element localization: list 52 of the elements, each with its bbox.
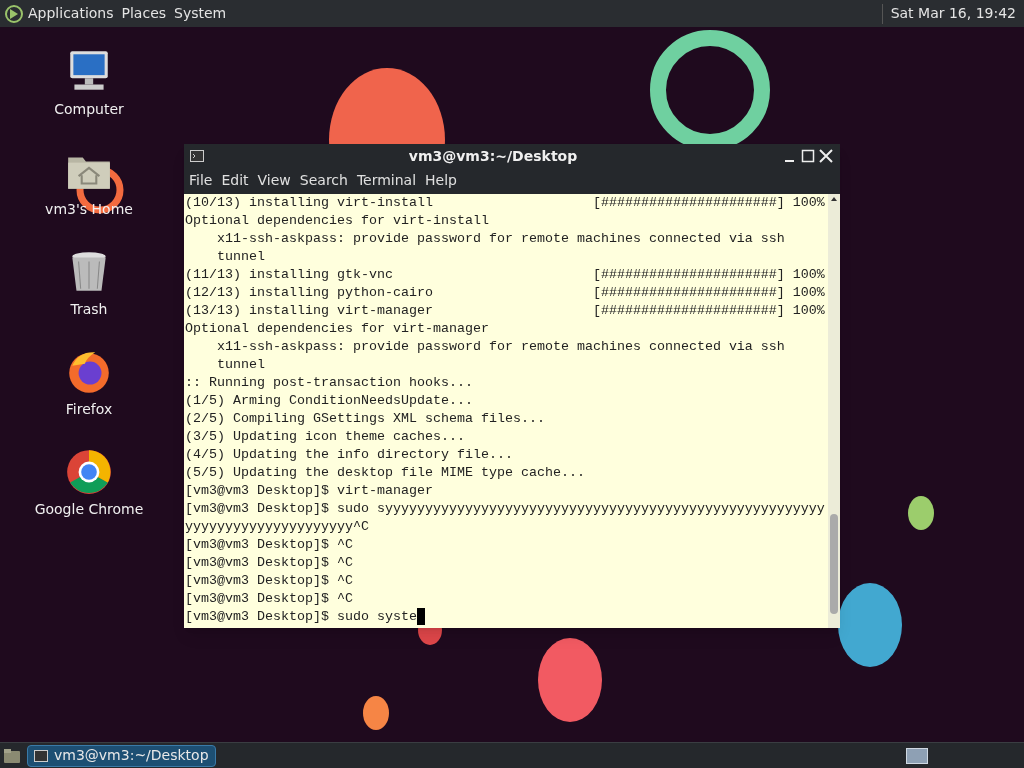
text-cursor [416, 608, 425, 625]
terminal-line: (13/13) installing virt-manager [######################] 100% [185, 302, 825, 320]
terminal-line: [vm3@vm3 Desktop]$ ^C [185, 590, 353, 608]
menu-item[interactable]: Terminal [356, 169, 417, 191]
terminal-line: yyyyyyyyyyyyyyyyyyyyy^C [185, 518, 369, 536]
terminal-line: (10/13) installing virt-install [######################] 100% [185, 194, 825, 212]
terminal-line: tunnel [216, 248, 265, 266]
terminal-line: Optional dependencies for virt-install [185, 212, 489, 230]
maximize-icon[interactable] [800, 148, 816, 164]
menu-item[interactable]: View [257, 169, 291, 191]
icon-label[interactable]: Computer [54, 99, 124, 120]
icon-label[interactable]: Firefox [65, 399, 113, 420]
terminal-icon [190, 150, 204, 162]
terminal-line: [vm3@vm3 Desktop]$ virt-manager [185, 482, 433, 500]
terminal-line: [vm3@vm3 Desktop]$ ^C [185, 554, 353, 572]
icon-label[interactable]: Google Chrome [34, 499, 144, 520]
panel-menu[interactable]: System [174, 3, 227, 24]
panel-menu[interactable]: Applications [28, 3, 114, 24]
terminal-line: (2/5) Compiling GSettings XML schema files... [185, 410, 545, 428]
terminal-line: x11-ssh-askpass: provide password for remote machines connected via ssh [216, 230, 785, 248]
terminal-line: (3/5) Updating icon theme caches... [185, 428, 465, 446]
terminal-line: x11-ssh-askpass: provide password for remote machines connected via ssh [216, 338, 785, 356]
scroll-thumb[interactable] [830, 514, 838, 614]
workspace-switcher[interactable] [906, 747, 928, 764]
taskbar-button[interactable]: vm3@vm3:~/Desktop [27, 744, 216, 767]
terminal-line: (1/5) Arming ConditionNeedsUpdate... [185, 392, 473, 410]
terminal-line: (4/5) Updating the info directory file... [185, 446, 513, 464]
terminal-line: (5/5) Updating the desktop file MIME type cache... [185, 464, 585, 482]
menu-logo-icon[interactable] [4, 3, 24, 24]
wallpaper-orb [908, 496, 934, 530]
terminal-line: [vm3@vm3 Desktop]$ ^C [185, 536, 353, 554]
terminal-icon [34, 749, 48, 762]
icon-label[interactable]: Trash [70, 299, 108, 320]
menu-item[interactable]: Search [299, 169, 348, 191]
terminal-line: (12/13) installing python-cairo [######################] 100% [185, 284, 825, 302]
close-icon[interactable] [818, 148, 834, 164]
window-title: vm3@vm3:~/Desktop [408, 147, 578, 164]
terminal-line: [vm3@vm3 Desktop]$ sudo syste [185, 608, 417, 626]
chrome-style-icon[interactable] [64, 447, 114, 497]
terminal-line: [vm3@vm3 Desktop]$ sudo syyyyyyyyyyyyyyyyyyyyyyyyyyyyyyyyyyyyyyyyyyyyyyyyyyyyyyy [185, 500, 825, 518]
menu-item[interactable]: Help [425, 169, 457, 191]
clock[interactable]: Sat Mar 16, 19:42 [890, 3, 1016, 24]
terminal-line: tunnel [216, 356, 265, 374]
terminal-line: [vm3@vm3 Desktop]$ ^C [185, 572, 353, 590]
terminal-line: :: Running post-transaction hooks... [185, 374, 473, 392]
terminal-line: Optional dependencies for virt-manager [185, 320, 489, 338]
menu-item[interactable]: Edit [221, 169, 249, 191]
terminal-line: (11/13) installing gtk-vnc [######################] 100% [185, 266, 825, 284]
wallpaper-orb [363, 696, 389, 730]
menu-item[interactable]: File [189, 169, 213, 191]
show-desktop-icon[interactable] [3, 747, 21, 764]
panel-menu[interactable]: Places [121, 3, 167, 24]
